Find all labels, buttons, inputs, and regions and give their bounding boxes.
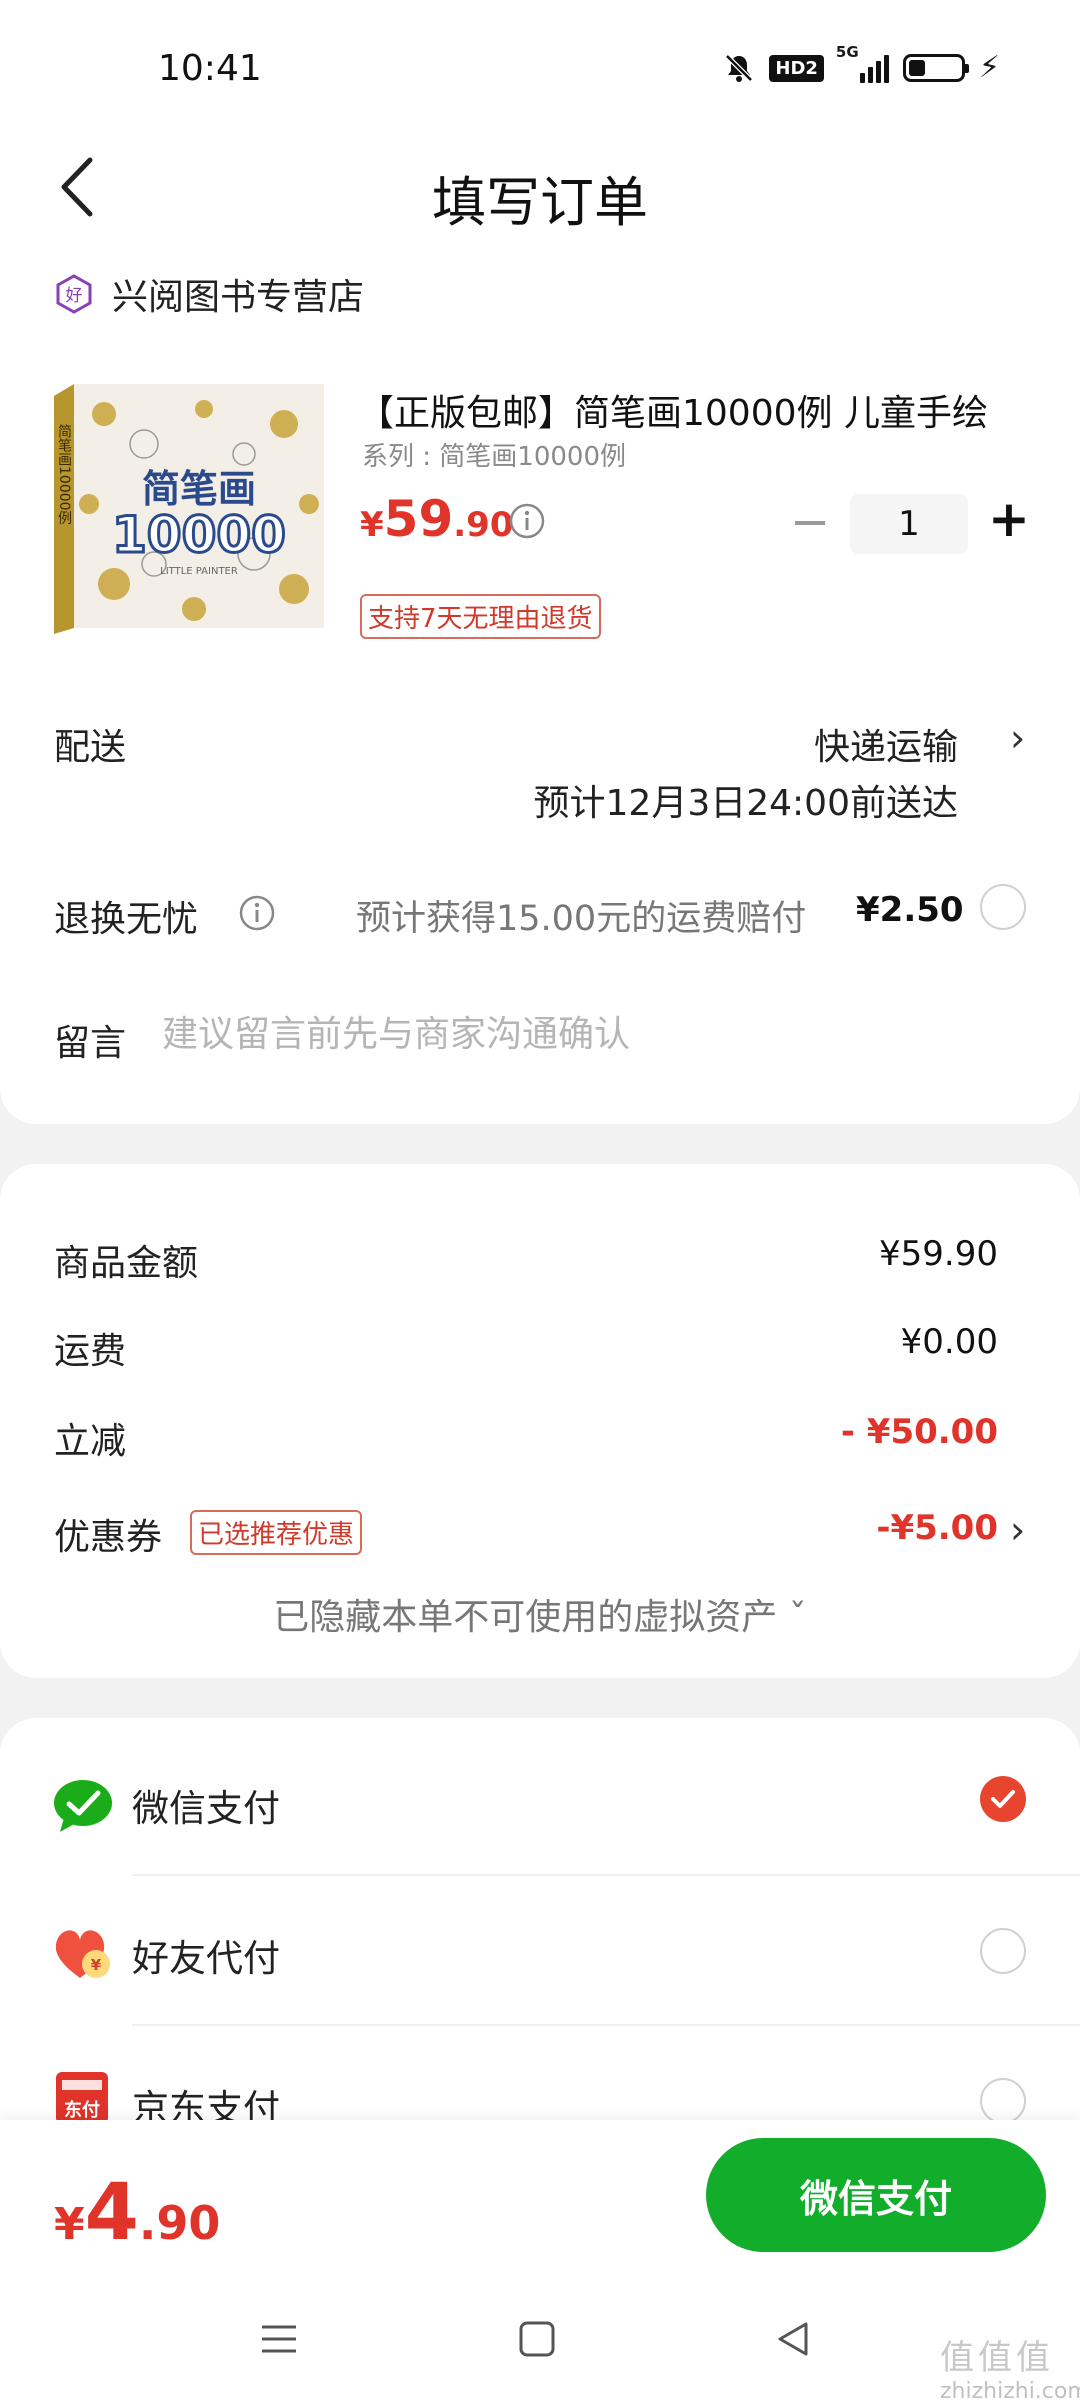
exchange-radio[interactable] xyxy=(980,884,1026,930)
back-nav-icon[interactable] xyxy=(772,2318,814,2360)
signal-icon: 5G xyxy=(836,43,889,83)
hidden-assets-toggle[interactable]: 已隐藏本单不可使用的虚拟资产 ˇ xyxy=(0,1588,1080,1640)
coupon-label: 优惠券 xyxy=(54,1517,163,1558)
total-amount: ¥ 4 .90 xyxy=(54,2168,221,2258)
coupon-value[interactable]: -¥5.00 xyxy=(876,1508,998,1548)
wechat-pay-icon xyxy=(54,1780,112,1832)
goods-amount-label: 商品金额 xyxy=(54,1243,199,1284)
status-icons: HD2 5G ⚡ xyxy=(723,43,1000,85)
hd-icon: HD2 xyxy=(769,54,824,82)
exchange-description: 预计获得15.00元的运费赔付 xyxy=(356,899,807,939)
friend-pay-heart-icon: ¥ xyxy=(55,1930,110,1978)
menu-nav-icon[interactable] xyxy=(258,2318,300,2360)
quantity-increase-button[interactable]: + xyxy=(988,494,1030,544)
svg-text:简笔画10000例: 简笔画10000例 xyxy=(56,423,72,526)
product-image[interactable]: 简笔画 10000 LITTLE PAINTER 简笔画10000例 xyxy=(54,384,324,634)
message-input[interactable] xyxy=(162,1008,962,1060)
return-policy-badge: 支持7天无理由退货 xyxy=(360,594,601,639)
product-price: ¥ 59 .90 xyxy=(360,490,514,548)
svg-text:简笔画: 简笔画 xyxy=(142,467,256,511)
watermark-logo: 值值值 xyxy=(940,2338,1054,2378)
shipping-value: ¥0.00 xyxy=(900,1322,998,1362)
quantity-decrease-button[interactable]: − xyxy=(790,498,830,546)
payment-radio[interactable] xyxy=(980,2078,1026,2124)
watermark: 值值值 zhizhizhi.com xyxy=(940,2330,1080,2400)
exchange-info-icon[interactable] xyxy=(238,894,276,932)
divider xyxy=(132,2024,1080,2026)
shop-badge-icon: 好 xyxy=(56,274,92,314)
battery-icon xyxy=(902,54,969,82)
exchange-price: ¥2.50 xyxy=(856,890,964,930)
network-type: 5G xyxy=(835,43,859,61)
divider xyxy=(132,1874,1080,1876)
product-series: 系列 : 简笔画10000例 xyxy=(362,442,626,472)
checkmark-icon xyxy=(991,1790,1015,1808)
shop-row[interactable]: 好 兴阅图书专营店 xyxy=(54,268,364,320)
payment-option-label: 好友代付 xyxy=(132,1937,280,1980)
svg-text:10000: 10000 xyxy=(112,506,286,564)
goods-amount-value: ¥59.90 xyxy=(879,1234,998,1274)
home-nav-icon[interactable] xyxy=(516,2318,558,2360)
quantity-value[interactable]: 1 xyxy=(850,494,968,554)
status-time: 10:41 xyxy=(158,48,262,89)
delivery-method[interactable]: 快递运输 xyxy=(814,718,958,770)
svg-text:¥: ¥ xyxy=(91,1956,102,1974)
watermark-url: zhizhizhi.com xyxy=(940,2379,1080,2400)
payment-radio[interactable] xyxy=(980,1928,1026,1974)
page-title: 填写订单 xyxy=(432,171,648,234)
product-title[interactable]: 【正版包邮】简笔画10000例 儿童手绘 xyxy=(358,384,1018,436)
exchange-label: 退换无忧 xyxy=(54,899,199,940)
svg-text:LITTLE PAINTER: LITTLE PAINTER xyxy=(160,566,238,577)
chevron-right-icon[interactable]: › xyxy=(1010,716,1025,760)
pay-button[interactable]: 微信支付 xyxy=(706,2138,1046,2252)
bell-muted-icon xyxy=(725,54,754,82)
payment-option-label: 微信支付 xyxy=(132,1787,280,1830)
message-label: 留言 xyxy=(54,1023,127,1064)
shop-name: 兴阅图书专营店 xyxy=(112,277,365,318)
delivery-eta: 预计12月3日24:00前送达 xyxy=(533,783,958,824)
discount-value: - ¥50.00 xyxy=(840,1412,998,1452)
delivery-label: 配送 xyxy=(54,727,127,768)
shipping-label: 运费 xyxy=(54,1331,127,1372)
chevron-right-icon[interactable]: › xyxy=(1010,1508,1025,1552)
price-info-icon[interactable] xyxy=(508,502,546,540)
jd-pay-icon: 东付 xyxy=(56,2072,108,2124)
discount-label: 立减 xyxy=(54,1421,127,1462)
charging-icon: ⚡ xyxy=(978,50,1000,85)
coupon-badge: 已选推荐优惠 xyxy=(190,1510,363,1555)
svg-text:好: 好 xyxy=(66,286,83,306)
svg-text:东付: 东付 xyxy=(64,2099,100,2121)
payment-selected-check[interactable] xyxy=(980,1776,1026,1822)
